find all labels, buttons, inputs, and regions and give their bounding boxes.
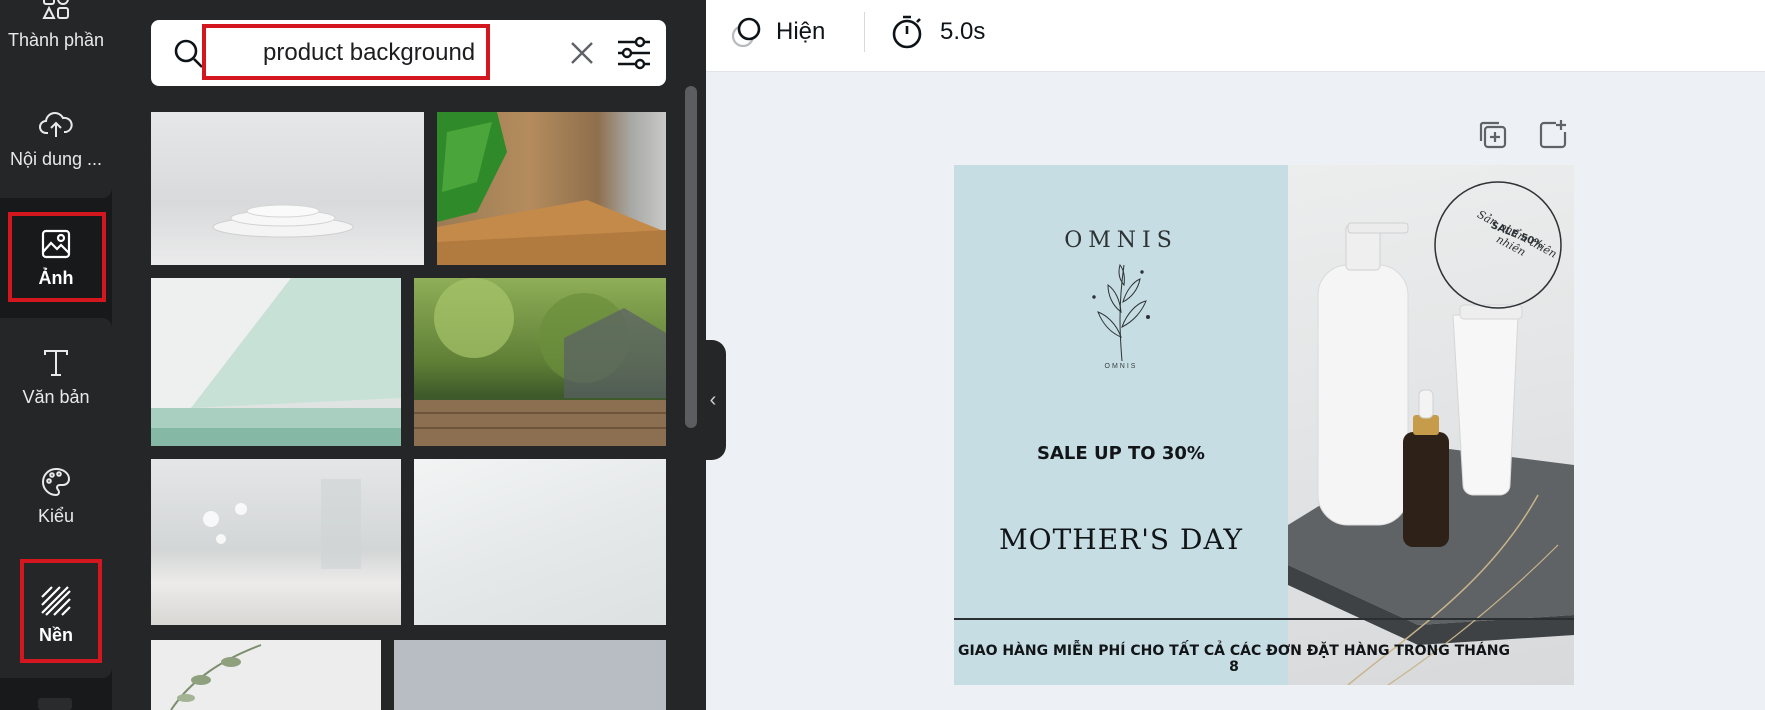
brand-small-text: OMNIS bbox=[1104, 363, 1138, 370]
side-panel bbox=[112, 0, 706, 710]
image-result-thumbnail[interactable] bbox=[394, 640, 666, 710]
panel-scrollbar[interactable] bbox=[685, 86, 697, 428]
rail-item-photos[interactable]: Ảnh bbox=[0, 198, 112, 316]
left-rail: Thành phần Nội dung ... Ảnh Văn bản Kiểu… bbox=[0, 0, 112, 710]
close-icon[interactable] bbox=[567, 38, 597, 68]
editor-topbar: Hiện 5.0s bbox=[706, 0, 1765, 72]
animate-icon bbox=[731, 17, 761, 48]
elements-icon bbox=[38, 0, 74, 24]
search-icon[interactable] bbox=[173, 38, 205, 70]
image-result-thumbnail[interactable] bbox=[151, 459, 401, 625]
animate-button[interactable]: Hiện bbox=[730, 14, 825, 50]
rail-item-label: Ảnh bbox=[38, 267, 74, 288]
footer-text[interactable]: GIAO HÀNG MIỄN PHÍ CHO TẤT CẢ CÁC ĐƠN ĐẶ… bbox=[954, 643, 1514, 675]
image-result-thumbnail[interactable] bbox=[151, 112, 424, 265]
image-result-thumbnail[interactable] bbox=[414, 459, 666, 625]
rail-item-label: Nội dung ... bbox=[9, 148, 103, 169]
image-result-thumbnail[interactable] bbox=[151, 278, 401, 446]
add-page-icon[interactable] bbox=[1536, 118, 1570, 152]
sale-text[interactable]: SALE UP TO 30% bbox=[1014, 443, 1228, 464]
rail-item-label: Thành phần bbox=[7, 29, 105, 50]
divider-line bbox=[954, 618, 1574, 620]
image-result-thumbnail[interactable] bbox=[437, 112, 666, 265]
background-pattern-icon bbox=[38, 583, 74, 619]
text-t-icon bbox=[38, 345, 74, 381]
animate-label: Hiện bbox=[776, 18, 826, 45]
rail-item-label: Nền bbox=[38, 624, 73, 645]
toolbar-divider bbox=[864, 12, 865, 52]
rail-item-background[interactable]: Nền bbox=[0, 555, 112, 673]
duration-label: 5.0s bbox=[940, 18, 986, 45]
rail-item-elements[interactable]: Thành phần bbox=[0, 0, 112, 78]
rail-item-uploads[interactable]: Nội dung ... bbox=[0, 79, 112, 197]
headline-text[interactable]: MOTHER'S DAY bbox=[984, 523, 1258, 556]
search-input[interactable] bbox=[263, 36, 583, 70]
collapse-panel-button[interactable]: ‹ bbox=[700, 340, 726, 460]
duration-button[interactable]: 5.0s bbox=[890, 14, 985, 50]
leaf-logo-icon bbox=[1092, 263, 1150, 362]
chevron-left-icon: ‹ bbox=[709, 388, 717, 411]
filter-sliders-icon[interactable] bbox=[616, 36, 652, 70]
rail-item-more[interactable] bbox=[38, 698, 72, 710]
rail-item-styles[interactable]: Kiểu bbox=[0, 436, 112, 554]
rail-item-label: Văn bản bbox=[22, 386, 90, 407]
timer-icon bbox=[892, 15, 922, 49]
design-page[interactable]: Sản phẩm thiên nhiên SALE 50% OMNIS OMNI… bbox=[954, 165, 1574, 685]
rail-item-label: Kiểu bbox=[37, 505, 75, 526]
palette-icon bbox=[38, 464, 74, 500]
search-bar bbox=[151, 20, 666, 86]
image-icon bbox=[38, 226, 74, 262]
cloud-upload-icon bbox=[38, 107, 74, 143]
image-result-thumbnail[interactable] bbox=[414, 278, 666, 446]
image-result-thumbnail[interactable] bbox=[151, 640, 381, 710]
rail-item-text[interactable]: Văn bản bbox=[0, 317, 112, 435]
duplicate-page-icon[interactable] bbox=[1476, 118, 1510, 152]
brand-logo-text: OMNIS bbox=[1064, 228, 1178, 253]
